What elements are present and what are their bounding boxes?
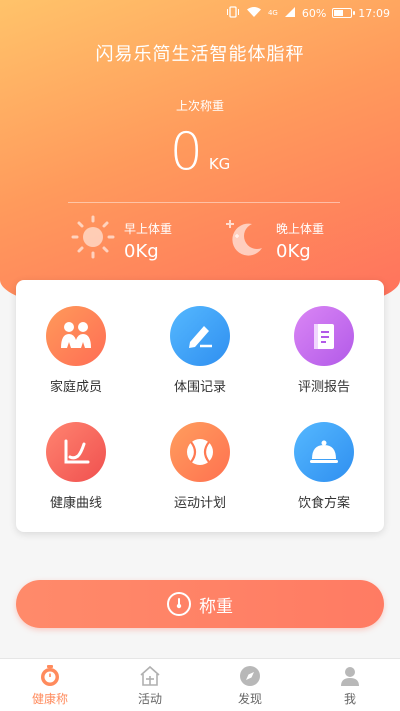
signal-type: 4G: [267, 9, 278, 17]
bottom-tab-bar: 健康称 活动 发现 我: [0, 658, 400, 711]
feature-card: 家庭成员 体围记录 评测报告 健康曲线 运动计划 饮食方案: [16, 280, 384, 532]
dish-cover-icon: [294, 422, 354, 482]
last-weight-value: 0: [169, 122, 203, 182]
exercise-plan-label: 运动计划: [173, 496, 226, 511]
battery-icon: [332, 8, 356, 18]
divider: [68, 202, 340, 203]
header-panel: 4G 60% 17:09 闪易乐简生活智能体脂秤 上次称重 0 KG 早上体重: [0, 0, 400, 320]
tab-discover[interactable]: 发现: [200, 659, 300, 711]
health-curve-label: 健康曲线: [49, 496, 102, 511]
evaluation-report-button[interactable]: 评测报告: [264, 306, 384, 395]
tab-activity[interactable]: 活动: [100, 659, 200, 711]
tab-health-scale-label: 健康称: [31, 691, 68, 706]
pen-icon: [170, 306, 230, 366]
curve-icon: [46, 422, 106, 482]
weigh-button[interactable]: 称重: [16, 580, 384, 628]
tennis-ball-icon: [170, 422, 230, 482]
tab-health-scale[interactable]: 健康称: [0, 659, 100, 711]
last-weight-label: 上次称重: [175, 99, 224, 113]
house-icon: [138, 664, 162, 688]
exercise-plan-button[interactable]: 运动计划: [140, 422, 260, 511]
tab-me[interactable]: 我: [300, 659, 400, 711]
family-members-button[interactable]: 家庭成员: [16, 306, 136, 395]
last-weight-unit: KG: [208, 155, 231, 173]
scale-gauge-icon: [167, 592, 191, 616]
morning-weight: 早上体重 0Kg: [70, 214, 172, 264]
cell-signal-icon: [284, 6, 296, 21]
family-icon: [46, 306, 106, 366]
diet-plan-label: 饮食方案: [297, 496, 350, 511]
body-measure-record-label: 体围记录: [173, 380, 226, 395]
tab-discover-label: 发现: [237, 691, 262, 706]
timer-icon: [38, 664, 62, 688]
compass-icon: [238, 664, 262, 688]
status-bar: 4G 60% 17:09: [0, 0, 400, 26]
health-curve-button[interactable]: 健康曲线: [16, 422, 136, 511]
weigh-button-label: 称重: [199, 596, 233, 617]
evening-weight: 晚上体重 0Kg: [222, 214, 324, 264]
evening-weight-value: 0Kg: [276, 241, 311, 262]
morning-weight-value: 0Kg: [124, 241, 159, 262]
status-time: 17:09: [358, 6, 390, 20]
family-members-label: 家庭成员: [49, 380, 102, 395]
diet-plan-button[interactable]: 饮食方案: [264, 422, 384, 511]
tab-activity-label: 活动: [137, 691, 162, 706]
wifi-icon: [246, 6, 262, 21]
vibrate-icon: [226, 5, 240, 21]
tab-me-label: 我: [343, 691, 356, 706]
person-icon: [338, 664, 362, 688]
body-measure-record-button[interactable]: 体围记录: [140, 306, 260, 395]
app-title: 闪易乐简生活智能体脂秤: [95, 44, 305, 65]
morning-weight-label: 早上体重: [124, 222, 173, 236]
battery-percent: 60%: [301, 6, 327, 20]
report-book-icon: [294, 306, 354, 366]
last-weight: 0 KG: [0, 122, 400, 182]
evaluation-report-label: 评测报告: [297, 380, 350, 395]
evening-weight-label: 晚上体重: [276, 222, 325, 236]
moon-icon: [222, 214, 268, 264]
sun-icon: [70, 214, 116, 264]
